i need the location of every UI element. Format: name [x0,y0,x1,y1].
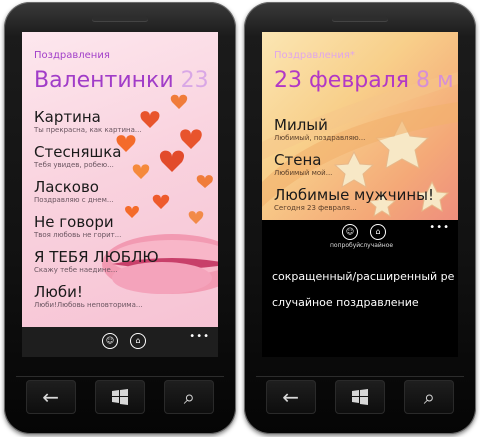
list-item[interactable]: Стена Любимый мой... [274,151,452,178]
pivot-current[interactable]: 23 февраля [274,68,409,93]
greeting-list: Картина Ты прекрасна, как картина... Сте… [34,108,212,318]
search-icon: ⌕ [423,384,435,409]
item-title: Любимые мужчины! [274,186,435,204]
two-phones-showcase: Поздравления Валентинки 23 Картина Ты пр… [0,0,480,437]
item-title: Ласково [34,178,99,196]
menu-item-random[interactable]: случайное поздравление [272,290,458,316]
list-item[interactable]: Любимые мужчины! Сегодня 23 февраля... [274,186,452,213]
application-bar: ☺ ⌂ попробуй случайное ••• [262,220,458,254]
random-button-label: случайное [360,242,394,249]
item-subtitle: Любимый мой... [274,169,333,177]
item-subtitle: Твоя любовь не горит... [34,231,122,239]
item-subtitle: Скажу тебе наедине... [34,266,118,274]
smiley-icon[interactable]: ☺ [342,224,358,240]
hardware-buttons: ← ⌕ [16,376,224,416]
windows-logo-icon [351,388,368,405]
search-button[interactable]: ⌕ [164,379,215,414]
list-item[interactable]: Ласково Поздравляю с днем... [34,178,212,205]
item-subtitle: Поздравляю с днем... [34,196,114,204]
item-title: Не говори [34,213,114,231]
list-item[interactable]: Не говори Твоя любовь не горит... [34,213,212,240]
back-button[interactable]: ← [265,379,316,414]
pivot-header[interactable]: 23 февраля 8 м [274,68,454,93]
start-button[interactable] [94,379,145,414]
phone-left: Поздравления Валентинки 23 Картина Ты пр… [4,2,236,434]
home-icon[interactable]: ⌂ [130,333,146,349]
back-button[interactable]: ← [25,379,76,414]
smiley-icon[interactable]: ☺ [102,333,118,349]
application-bar: ☺ ⌂ ••• [22,327,218,357]
item-title: Люби! [34,283,83,301]
hardware-buttons: ← ⌕ [256,376,464,416]
pivot-header[interactable]: Валентинки 23 [34,68,209,93]
menu-item-short-long[interactable]: сокращенный/расширенный ре [272,264,458,290]
search-button[interactable]: ⌕ [404,379,455,414]
app-bar-menu: сокращенный/расширенный ре случайное поз… [272,264,458,316]
pivot-current[interactable]: Валентинки [34,68,174,93]
app-title: Поздравления [34,50,110,61]
phone-right: Поздравления* 23 февраля 8 м Милый Любим… [244,2,476,434]
app-title: Поздравления* [274,50,355,61]
windows-logo-icon [111,388,128,405]
screen-feb-23: Поздравления* 23 февраля 8 м Милый Любим… [262,32,458,357]
more-icon[interactable]: ••• [189,331,210,342]
try-button-label: попробуй [330,242,361,249]
search-icon: ⌕ [183,384,195,409]
list-item[interactable]: Картина Ты прекрасна, как картина... [34,108,212,135]
starburst-background: Поздравления* 23 февраля 8 м Милый Любим… [262,32,458,220]
pivot-next[interactable]: 8 м [416,68,454,93]
item-subtitle: Ты прекрасна, как картина... [34,126,142,134]
list-item[interactable]: Милый Любимый, поздравляю... [274,116,452,143]
item-title: Я ТЕБЯ ЛЮБЛЮ [34,248,159,266]
item-subtitle: Любимый, поздравляю... [274,134,366,142]
earpiece-speaker [92,16,148,21]
item-title: Милый [274,116,328,134]
home-icon[interactable]: ⌂ [370,224,386,240]
item-subtitle: Люби!Любовь неповторима... [34,301,143,309]
item-title: Картина [34,108,101,126]
item-subtitle: Тебя увидев, робею... [34,161,114,169]
list-item[interactable]: Я ТЕБЯ ЛЮБЛЮ Скажу тебе наедине... [34,248,212,275]
list-item[interactable]: Стесняшка Тебя увидев, робею... [34,143,212,170]
screen-valentines: Поздравления Валентинки 23 Картина Ты пр… [22,32,218,357]
item-subtitle: Сегодня 23 февраля... [274,204,357,212]
pivot-next[interactable]: 23 [181,68,209,93]
back-arrow-icon: ← [282,384,300,409]
more-icon[interactable]: ••• [429,222,450,233]
greeting-list: Милый Любимый, поздравляю... Стена Любим… [274,116,452,220]
start-button[interactable] [334,379,385,414]
item-title: Стена [274,151,322,169]
item-title: Стесняшка [34,143,122,161]
list-item[interactable]: Люби! Люби!Любовь неповторима... [34,283,212,310]
earpiece-speaker [332,16,388,21]
back-arrow-icon: ← [42,384,60,409]
